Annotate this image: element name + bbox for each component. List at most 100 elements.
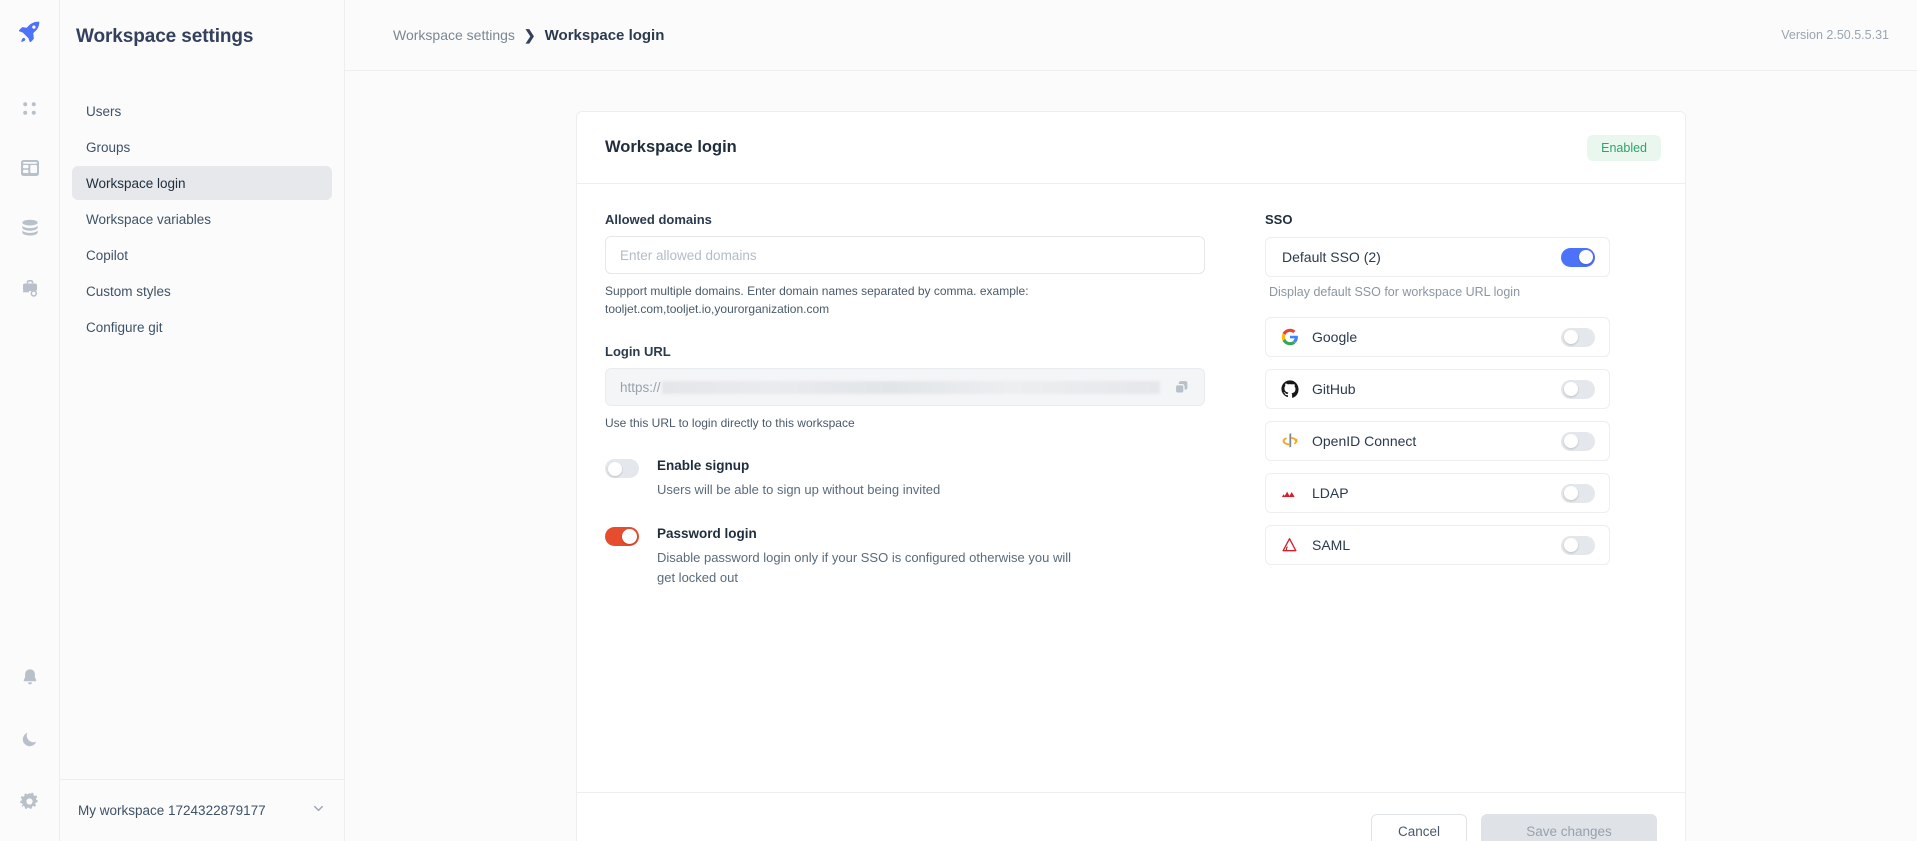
toggle-knob [1563,382,1578,396]
sidebar-item-custom-styles[interactable]: Custom styles [72,274,332,308]
password-login-label: Password login [657,526,757,542]
sso-github-toggle[interactable] [1561,379,1595,399]
login-url-helper: Use this URL to login directly to this w… [605,416,855,430]
toggle-knob [1563,538,1578,552]
default-sso-left: Default SSO (2) [1282,249,1381,265]
ldap-icon [1280,484,1299,503]
sso-row-github[interactable]: GitHub [1265,369,1610,409]
database-icon[interactable] [10,208,50,248]
sso-saml-left: SAML [1280,536,1350,555]
sidebar-item-workspace-variables[interactable]: Workspace variables [72,202,332,236]
sso-openid-left: OpenID Connect [1280,432,1416,451]
enable-signup-texts: Enable signup Users will be able to sign… [657,458,940,500]
gear-icon[interactable] [10,781,50,821]
login-url-scheme: https:// [620,379,661,395]
default-sso-toggle[interactable] [1561,247,1595,267]
default-sso-row[interactable]: Default SSO (2) [1265,237,1610,277]
sso-column: SSO Default SSO (2) Display default SSO … [1265,212,1610,792]
sidebar-item-configure-git[interactable]: Configure git [72,310,332,344]
sidebar-item-copilot[interactable]: Copilot [72,238,332,272]
login-url-label: Login URL [605,344,671,359]
saml-icon [1280,536,1299,555]
allowed-domains-label: Allowed domains [605,212,712,227]
sidebar-item-label: Users [86,103,122,119]
workflows-icon[interactable] [10,268,50,308]
password-login-texts: Password login Disable password login on… [657,526,1087,588]
sidebar-nav: Users Groups Workspace login Workspace v… [60,94,344,346]
left-column: Allowed domains Support multiple domains… [605,212,1205,792]
version-label: Version 2.50.5.5.31 [1781,28,1889,42]
sidebar-item-label: Groups [86,139,131,155]
copy-icon[interactable] [1170,376,1192,398]
sso-saml-toggle[interactable] [1561,535,1595,555]
sso-github-label: GitHub [1312,381,1356,397]
sso-google-left: Google [1280,328,1357,347]
rocket-icon[interactable] [13,14,47,48]
sso-saml-label: SAML [1312,537,1351,553]
enable-signup-label: Enable signup [657,458,750,473]
toggle-knob [607,461,622,476]
sidebar-item-label: Workspace login [86,175,186,191]
breadcrumb-parent[interactable]: Workspace settings [393,27,515,43]
login-url-field[interactable]: https:// [605,368,1205,406]
dashboard-layout-icon[interactable] [10,148,50,188]
topbar: Workspace settings ❯ Workspace login Ver… [345,0,1917,71]
sso-row-ldap[interactable]: LDAP [1265,473,1610,513]
breadcrumb-separator-icon: ❯ [523,26,536,43]
moon-icon[interactable] [10,719,50,759]
sso-openid-toggle[interactable] [1561,431,1595,451]
sso-row-openid[interactable]: OpenID Connect [1265,421,1610,461]
sso-row-google[interactable]: Google [1265,317,1610,357]
main-area: Workspace settings ❯ Workspace login Ver… [345,0,1917,841]
card-body: Allowed domains Support multiple domains… [577,184,1685,792]
sso-ldap-toggle[interactable] [1561,483,1595,503]
workspace-switcher[interactable]: My workspace 1724322879177 [60,779,344,841]
sso-section-label: SSO [1265,212,1293,227]
status-badge: Enabled [1587,134,1661,161]
chevron-down-icon [311,801,326,821]
allowed-domains-input[interactable] [605,236,1205,274]
openid-icon [1280,432,1299,451]
page-title: Workspace login [605,138,737,156]
icon-rail [0,0,60,841]
settings-sidebar: Workspace settings Users Groups Workspac… [60,0,345,841]
toggle-knob [622,529,637,545]
app-root: Workspace settings Users Groups Workspac… [0,0,1917,841]
card-header: Workspace login Enabled [577,112,1685,184]
sso-ldap-label: LDAP [1312,485,1349,501]
bell-icon[interactable] [10,657,50,697]
sidebar-item-users[interactable]: Users [72,94,332,128]
google-icon [1280,328,1299,347]
breadcrumb-current: Workspace login [544,26,665,44]
enable-signup-row: Enable signup Users will be able to sign… [605,458,1205,500]
sso-google-toggle[interactable] [1561,327,1595,347]
sso-github-left: GitHub [1280,380,1356,399]
password-login-toggle[interactable] [605,527,639,547]
sidebar-item-workspace-login[interactable]: Workspace login [72,166,332,200]
save-button[interactable]: Save changes [1481,813,1657,841]
toggle-knob [1578,250,1593,264]
toggle-knob [1563,486,1578,500]
sso-openid-label: OpenID Connect [1312,433,1417,449]
password-login-desc: Disable password login only if your SSO … [657,550,1072,586]
default-sso-helper: Display default SSO for workspace URL lo… [1269,285,1521,299]
sidebar-item-label: Configure git [86,319,163,335]
sidebar-item-groups[interactable]: Groups [72,130,332,164]
sidebar-item-label: Custom styles [86,283,171,299]
sso-google-label: Google [1312,329,1358,345]
apps-grid-icon[interactable] [10,88,50,128]
workspace-name: My workspace 1724322879177 [78,803,266,818]
login-url-redacted-value [661,380,1160,394]
default-sso-label: Default SSO (2) [1282,249,1381,265]
sidebar-item-label: Workspace variables [86,211,212,227]
password-login-row: Password login Disable password login on… [605,526,1205,588]
enable-signup-toggle[interactable] [605,459,639,478]
sidebar-item-label: Copilot [86,247,129,263]
content-scroll: Workspace login Enabled Allowed domains … [345,71,1917,841]
breadcrumb: Workspace settings ❯ Workspace login [393,27,664,44]
sso-row-saml[interactable]: SAML [1265,525,1610,565]
rail-bottom-group [10,657,50,825]
cancel-button[interactable]: Cancel [1371,813,1467,841]
enable-signup-desc: Users will be able to sign up without be… [657,482,941,497]
